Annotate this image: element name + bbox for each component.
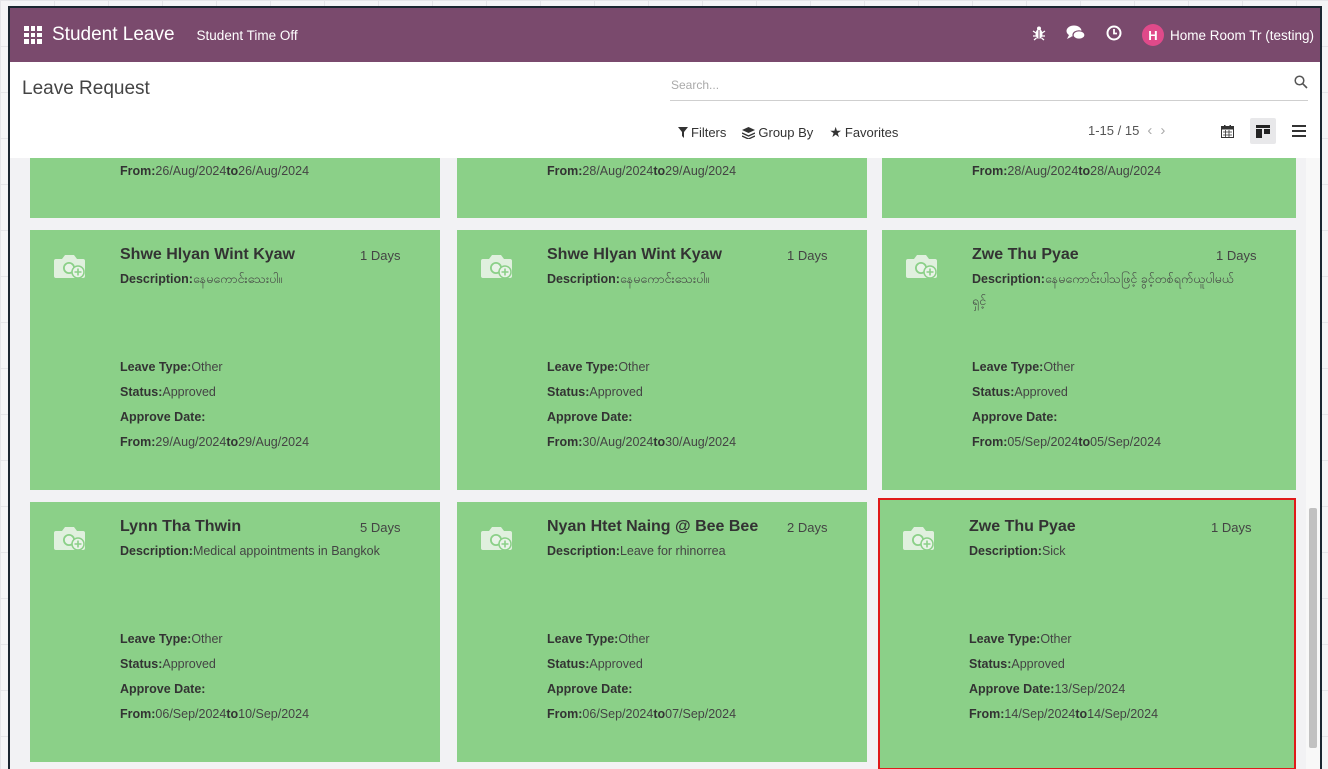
card-description-continued: ရှင့် xyxy=(972,294,987,308)
student-name: Nyan Htet Naing @ Bee Bee xyxy=(547,518,759,535)
app-name[interactable]: Student Leave xyxy=(52,24,175,46)
leave-days: 5 Days xyxy=(360,520,401,535)
leave-days: 1 Days xyxy=(1216,248,1257,263)
card-approve-date: Approve Date: xyxy=(547,682,633,696)
card-from-line: From:05/Sep/2024to05/Sep/2024 xyxy=(972,435,1162,449)
card-approve-date: Approve Date: xyxy=(120,682,206,696)
user-menu[interactable]: H Home Room Tr (testing) xyxy=(1141,24,1314,46)
card-status: Status:Approved xyxy=(120,385,216,399)
card-approve-date: Approve Date: xyxy=(547,410,633,424)
top-navbar: Student Leave Student Time Off H Home Ro… xyxy=(10,8,1320,62)
card-from-line: From:29/Aug/2024to29/Aug/2024 xyxy=(120,435,310,449)
card-from-line: From:28/Aug/2024to28/Aug/2024 xyxy=(972,164,1162,178)
leave-days: 1 Days xyxy=(1211,520,1252,535)
card-description: Description:Medical appointments in Bang… xyxy=(120,544,380,558)
card-from-line: From:26/Aug/2024to26/Aug/2024 xyxy=(120,164,310,178)
card-from-line: From:06/Sep/2024to10/Sep/2024 xyxy=(120,707,310,721)
chat-icon[interactable] xyxy=(1066,25,1086,45)
card-approve-date: Approve Date:13/Sep/2024 xyxy=(969,682,1126,696)
clock-icon[interactable] xyxy=(1106,25,1122,45)
kanban-card[interactable]: From:28/Aug/2024to28/Aug/2024 xyxy=(882,158,1296,218)
card-leave-type: Leave Type:Other xyxy=(969,632,1072,646)
search-options: Filters Group By ★ Favorites xyxy=(678,124,898,141)
calendar-view-icon[interactable] xyxy=(1214,118,1240,144)
kanban-view-icon[interactable] xyxy=(1250,118,1276,144)
topbar-systray: H Home Room Tr (testing) xyxy=(1032,8,1314,62)
avatar: H xyxy=(1141,24,1164,46)
kanban-card[interactable]: Nyan Htet Naing @ Bee Bee 2 Days Descripti… xyxy=(457,502,867,762)
student-name: Zwe Thu Pyae xyxy=(972,246,1079,263)
camera-placeholder-icon xyxy=(901,522,937,554)
layers-icon xyxy=(742,126,756,139)
apps-grid-icon[interactable] xyxy=(24,26,42,44)
card-status: Status:Approved xyxy=(547,385,643,399)
leave-days: 1 Days xyxy=(787,248,828,263)
student-name: Shwe Hlyan Wint Kyaw xyxy=(547,246,722,263)
card-status: Status:Approved xyxy=(969,657,1065,671)
card-leave-type: Leave Type:Other xyxy=(972,360,1075,374)
favorites-label: Favorites xyxy=(844,125,899,140)
kanban-card[interactable]: Shwe Hlyan Wint Kyaw 1 Days Description:နေ… xyxy=(30,230,440,490)
card-status: Status:Approved xyxy=(547,657,643,671)
bug-icon[interactable] xyxy=(1032,25,1046,45)
menu-student-time-off[interactable]: Student Time Off xyxy=(197,28,298,43)
camera-placeholder-icon xyxy=(52,250,88,282)
filters-label: Filters xyxy=(691,125,727,140)
kanban-card[interactable]: Lynn Tha Thwin 5 Days Description:Medical … xyxy=(30,502,440,762)
filter-icon xyxy=(678,127,688,138)
student-name: Zwe Thu Pyae xyxy=(969,518,1076,535)
pager-next-icon[interactable]: › xyxy=(1160,122,1165,139)
card-leave-type: Leave Type:Other xyxy=(120,360,223,374)
kanban-card[interactable]: Shwe Hlyan Wint Kyaw 1 Days Description:နေ… xyxy=(457,230,867,490)
student-name: Lynn Tha Thwin xyxy=(120,518,242,535)
kanban-view: From:26/Aug/2024to26/Aug/2024 From:28/Au… xyxy=(10,158,1306,769)
kanban-card[interactable]: Zwe Thu Pyae 1 Days Description:နေမကောင်းပ… xyxy=(882,230,1296,490)
card-leave-type: Leave Type:Other xyxy=(120,632,223,646)
card-description: Description:နေမကောင်းသေးပါ။ xyxy=(120,272,283,286)
pager-previous-icon[interactable]: ‹ xyxy=(1147,122,1152,139)
leave-days: 1 Days xyxy=(360,248,401,263)
camera-placeholder-icon xyxy=(904,250,940,282)
card-approve-date: Approve Date: xyxy=(120,410,206,424)
leave-days: 2 Days xyxy=(787,520,828,535)
group-by-label: Group By xyxy=(758,125,814,140)
card-description: Description:နေမကောင်းပါသဖြင့် ခွင့်တစ်ရက… xyxy=(972,272,1234,286)
card-description: Description:Leave for rhinorrea xyxy=(547,544,726,558)
scrollbar-thumb[interactable] xyxy=(1309,508,1317,748)
card-approve-date: Approve Date: xyxy=(972,410,1058,424)
card-description: Description:Sick xyxy=(969,544,1066,558)
card-leave-type: Leave Type:Other xyxy=(547,360,650,374)
app-window: Student Leave Student Time Off H Home Ro… xyxy=(8,6,1322,769)
user-name: Home Room Tr (testing) xyxy=(1169,27,1314,43)
view-switcher xyxy=(1214,118,1312,144)
page-title: Leave Request xyxy=(22,78,150,99)
camera-placeholder-icon xyxy=(52,522,88,554)
card-description: Description:နေမကောင်းသေးပါ။ xyxy=(547,272,710,286)
kanban-card[interactable]: From:26/Aug/2024to26/Aug/2024 xyxy=(30,158,440,218)
pager-value[interactable]: 1-15 / 15 xyxy=(1088,123,1139,138)
search-bar xyxy=(670,74,1308,101)
star-icon: ★ xyxy=(829,124,842,140)
kanban-card-selected[interactable]: Zwe Thu Pyae 1 Days Description:Sick Leave … xyxy=(878,498,1296,769)
search-icon[interactable] xyxy=(1294,75,1308,94)
camera-placeholder-icon xyxy=(479,250,515,282)
camera-placeholder-icon xyxy=(479,522,515,554)
control-panel: Leave Request Filters Group By ★ Favorit… xyxy=(10,62,1320,159)
card-from-line: From:06/Sep/2024to07/Sep/2024 xyxy=(547,707,737,721)
group-by-button[interactable]: Group By xyxy=(742,124,813,141)
student-name: Shwe Hlyan Wint Kyaw xyxy=(120,246,295,263)
kanban-card[interactable]: From:28/Aug/2024to29/Aug/2024 xyxy=(457,158,867,218)
scrollbar[interactable] xyxy=(1306,158,1320,769)
list-view-icon[interactable] xyxy=(1286,118,1312,144)
card-from-line: From:14/Sep/2024to14/Sep/2024 xyxy=(969,707,1159,721)
filters-button[interactable]: Filters xyxy=(678,124,726,141)
search-input[interactable] xyxy=(670,74,1231,92)
card-from-line: From:30/Aug/2024to30/Aug/2024 xyxy=(547,435,737,449)
card-from-line: From:28/Aug/2024to29/Aug/2024 xyxy=(547,164,737,178)
favorites-button[interactable]: ★ Favorites xyxy=(829,124,898,141)
card-status: Status:Approved xyxy=(972,385,1068,399)
card-status: Status:Approved xyxy=(120,657,216,671)
pager: 1-15 / 15 ‹ › xyxy=(1088,122,1165,139)
card-leave-type: Leave Type:Other xyxy=(547,632,650,646)
